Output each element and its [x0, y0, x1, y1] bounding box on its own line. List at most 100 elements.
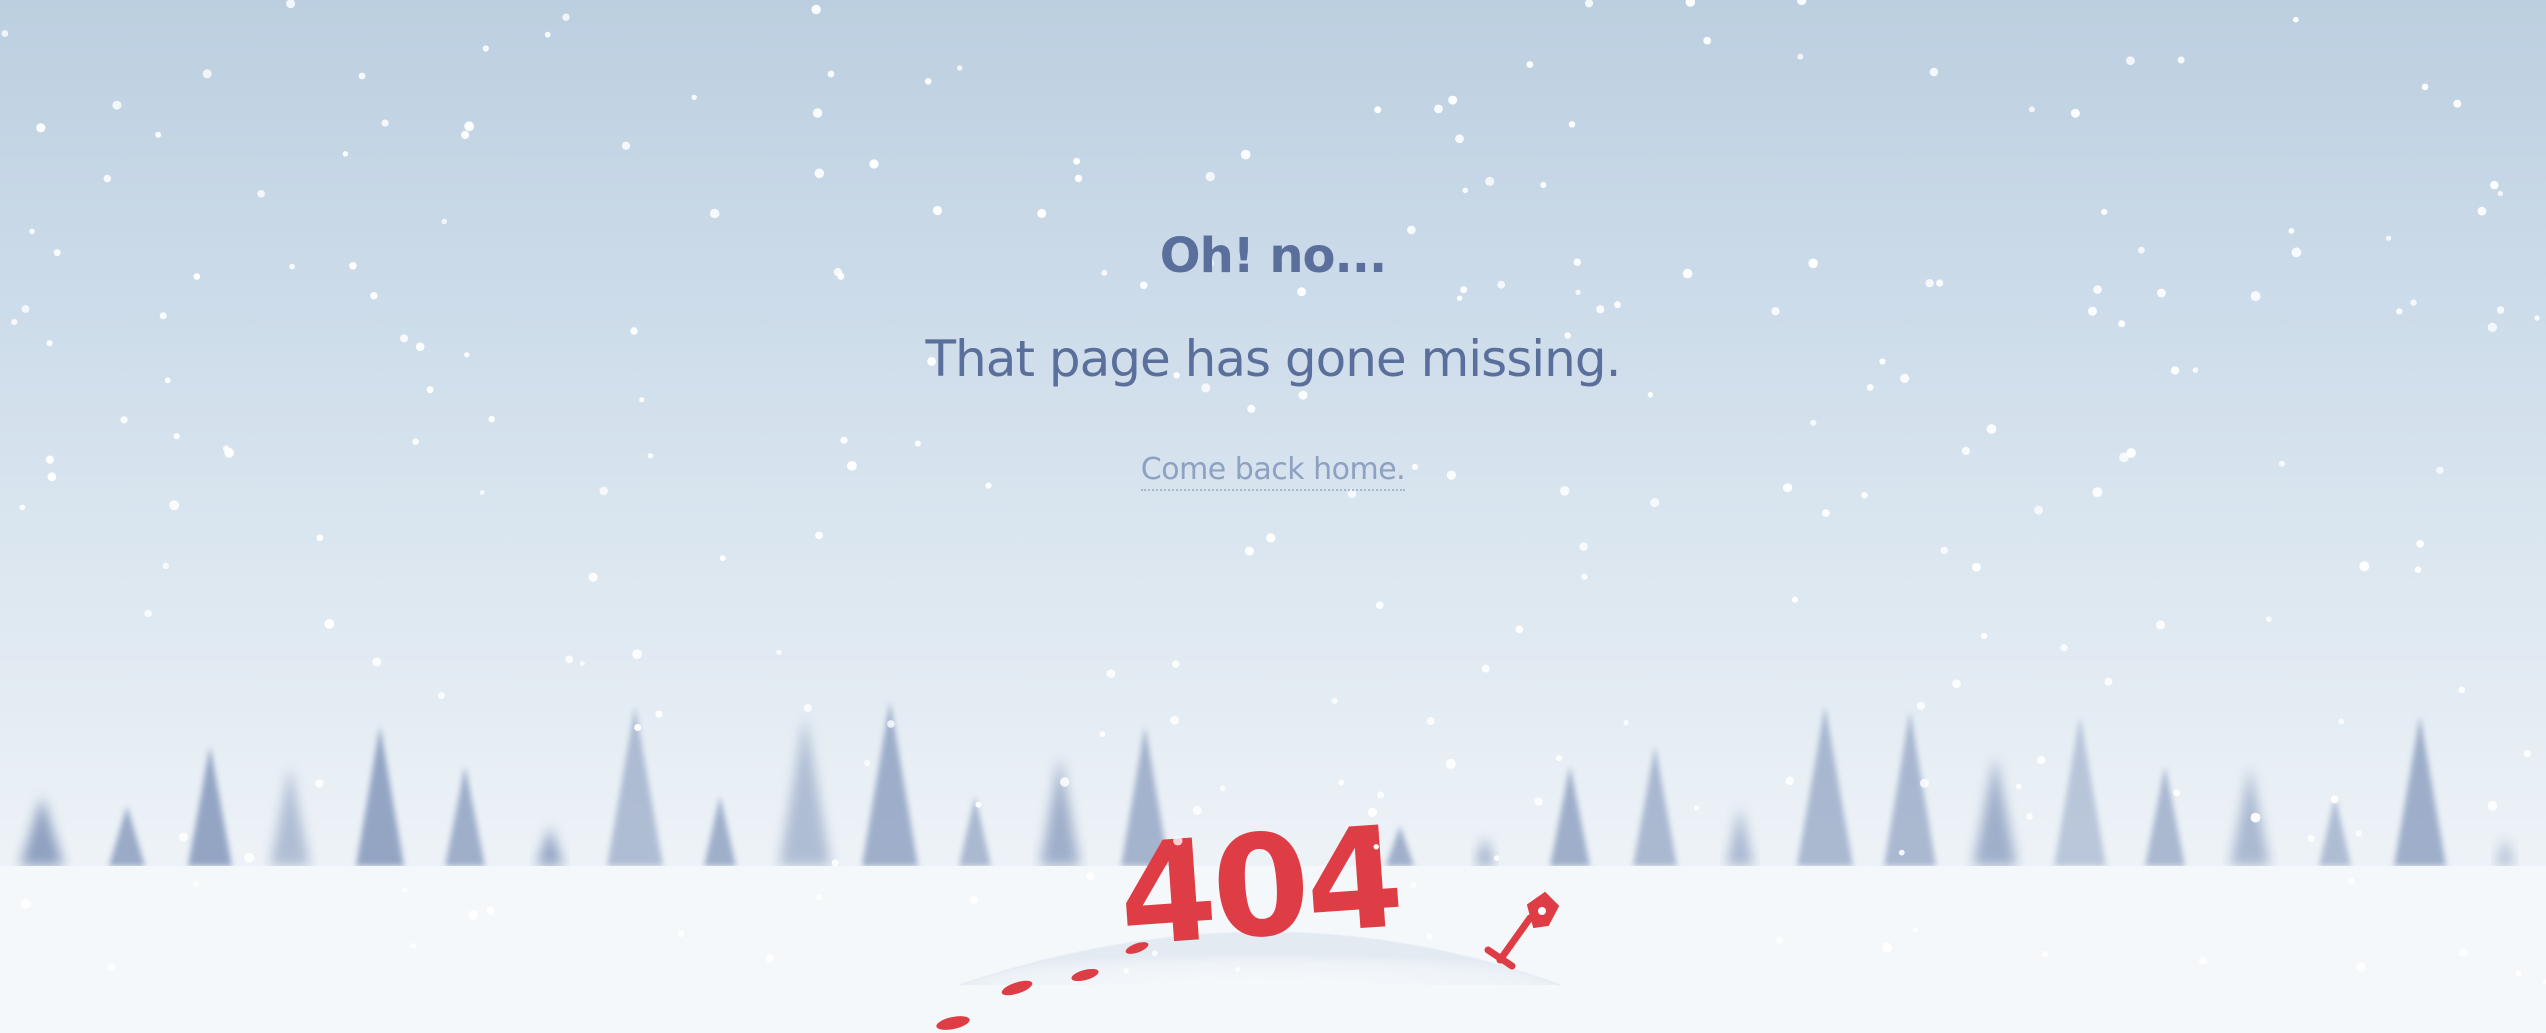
- snowflake: [2173, 789, 2181, 797]
- foreground: 404: [1, 0, 2546, 1030]
- snowflake: [632, 649, 642, 659]
- snowflake: [1073, 157, 1080, 165]
- snowflake: [324, 619, 335, 629]
- snowflake: [1940, 546, 1948, 554]
- snowflake: [812, 108, 823, 118]
- snowflake: [1151, 950, 1158, 957]
- snowflake: [1172, 660, 1180, 668]
- snowflake: [1462, 187, 1469, 194]
- snowflake: [1614, 301, 1621, 309]
- snowflake: [1240, 149, 1251, 160]
- snowflake: [1919, 778, 1930, 788]
- snowflake: [1776, 937, 1783, 944]
- snowflake: [1694, 805, 1699, 811]
- headline: Oh! no...: [1159, 228, 1387, 284]
- snowflake: [461, 130, 470, 140]
- snowflake: [479, 490, 485, 495]
- snowflake: [579, 661, 585, 667]
- snowflake: [1623, 720, 1629, 726]
- snowflake: [120, 416, 128, 424]
- snowflake: [2459, 948, 2468, 957]
- snowflake: [1882, 942, 1893, 953]
- snowflake: [1515, 625, 1524, 634]
- snowflake: [2266, 616, 2272, 622]
- snowflake: [957, 65, 963, 71]
- snowflake: [1410, 882, 1417, 889]
- snowflake: [2036, 756, 2046, 765]
- snowflake: [887, 720, 895, 728]
- snowflake: [565, 655, 574, 664]
- snowflake: [1797, 53, 1804, 60]
- snowflake: [1331, 697, 1338, 704]
- snowflake: [562, 13, 570, 21]
- snowflake: [2396, 308, 2403, 315]
- snowflake: [1375, 601, 1384, 610]
- snowflake: [815, 894, 822, 901]
- snowflake: [178, 832, 188, 842]
- snowflake: [1647, 392, 1654, 398]
- snowflake: [2359, 561, 2370, 572]
- snowflake: [1192, 805, 1202, 815]
- snowflake: [342, 151, 349, 157]
- snowflake: [2157, 288, 2166, 298]
- snowflake: [155, 131, 162, 138]
- snowflake: [437, 692, 445, 700]
- snowflake: [1235, 966, 1241, 972]
- snowflake: [1338, 779, 1344, 786]
- snowflake: [1434, 104, 1443, 114]
- snowflake: [2155, 620, 2165, 630]
- snowflake: [599, 486, 608, 496]
- snowflake: [286, 0, 296, 9]
- snowflake: [803, 703, 812, 712]
- snowflake: [1367, 807, 1377, 817]
- snowflake: [2177, 56, 2185, 64]
- snowflake: [2330, 795, 2339, 804]
- snowflake: [2028, 106, 2035, 113]
- snowflake: [2307, 834, 2315, 842]
- snowflake: [20, 898, 31, 909]
- snowflake: [1929, 67, 1939, 77]
- snowflake: [2026, 813, 2033, 820]
- snowflake: [381, 119, 389, 127]
- snowflake: [2104, 677, 2113, 686]
- snowflake: [765, 954, 775, 963]
- snowflake: [1106, 669, 1116, 679]
- snowflake: [924, 78, 932, 85]
- snowflake: [173, 433, 180, 440]
- snowflake: [1244, 546, 1254, 556]
- snowflake: [677, 930, 685, 937]
- snowflake: [2487, 801, 2498, 811]
- snowflake: [370, 292, 378, 300]
- snowflake: [1771, 307, 1780, 316]
- snowflake: [544, 31, 551, 38]
- snowflake: [1426, 933, 1433, 940]
- snowflake: [1797, 0, 1807, 6]
- snowflake: [914, 440, 921, 447]
- snowflake: [1170, 715, 1179, 725]
- snowflake: [1123, 968, 1130, 974]
- snowflake: [2356, 962, 2366, 972]
- snowflake: [1086, 872, 1095, 881]
- snowflake: [864, 760, 871, 767]
- snowflake: [1374, 106, 1382, 114]
- snowflake: [1493, 855, 1500, 861]
- snowflake: [975, 801, 982, 808]
- snowflake: [1074, 174, 1083, 183]
- snowflake: [2118, 320, 2126, 328]
- snowflake: [1485, 176, 1495, 186]
- snowflake: [169, 500, 180, 511]
- snowflake: [112, 100, 122, 110]
- snowflake: [1791, 596, 1799, 603]
- snowflake: [486, 906, 496, 915]
- come-back-home-link[interactable]: Come back home.: [1140, 452, 1406, 491]
- snowflake: [358, 72, 366, 80]
- snowflake: [1534, 797, 1543, 806]
- snowflake: [144, 609, 152, 618]
- snowflake: [621, 141, 631, 150]
- snowflake: [2293, 16, 2299, 23]
- snowflake: [691, 94, 697, 101]
- snowflake: [372, 657, 382, 667]
- snowflake: [2458, 686, 2466, 694]
- snowflake: [412, 438, 419, 446]
- snowflake: [1297, 287, 1307, 297]
